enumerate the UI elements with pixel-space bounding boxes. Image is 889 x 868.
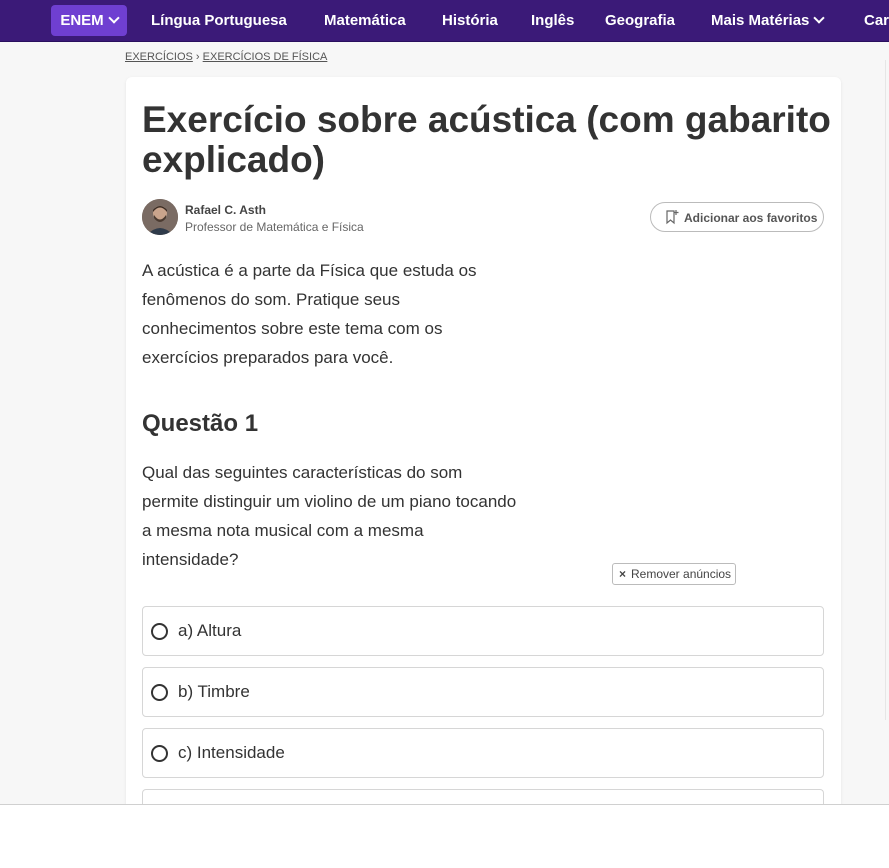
enem-menu-button[interactable]: ENEM	[51, 5, 127, 36]
nav-mais-materias[interactable]: Mais Matérias	[711, 0, 826, 41]
intro-text: A acústica é a parte da Física que estud…	[142, 261, 477, 367]
remove-ads-label: Remover anúncios	[631, 567, 732, 581]
bookmark-plus-icon	[666, 210, 679, 225]
nav-matematica[interactable]: Matemática	[324, 0, 406, 41]
radio-icon[interactable]	[151, 623, 168, 640]
right-sidebar-edge	[885, 60, 889, 720]
page-title: Exercício sobre acústica (com gabarito e…	[142, 99, 831, 180]
radio-icon[interactable]	[151, 745, 168, 762]
nav-geografia[interactable]: Geografia	[605, 0, 675, 41]
author-role: Professor de Matemática e Física	[185, 220, 364, 234]
top-navigation: ENEM Língua Portuguesa Matemática Histór…	[0, 0, 889, 42]
option-c[interactable]: c) Intensidade	[142, 728, 824, 778]
nav-lingua-portuguesa[interactable]: Língua Portuguesa	[151, 0, 287, 41]
remove-ads-button[interactable]: × Remover anúncios	[612, 563, 736, 585]
chevron-down-icon	[813, 12, 826, 24]
add-to-favorites-button[interactable]: Adicionar aos favoritos	[650, 202, 824, 232]
nav-ingles[interactable]: Inglês	[531, 0, 574, 41]
question-title: Questão 1	[142, 410, 259, 437]
breadcrumb: EXERCÍCIOS › EXERCÍCIOS DE FÍSICA	[125, 51, 327, 63]
option-a[interactable]: a) Altura	[142, 606, 824, 656]
option-label: b) Timbre	[178, 682, 250, 701]
radio-icon[interactable]	[151, 684, 168, 701]
option-label: a) Altura	[178, 621, 242, 640]
option-b[interactable]: b) Timbre	[142, 667, 824, 717]
question-text: Qual das seguintes características do so…	[142, 463, 517, 569]
nav-item-truncated[interactable]: Car	[864, 0, 889, 41]
enem-label: ENEM	[60, 12, 104, 29]
nav-mais-materias-label: Mais Matérias	[711, 12, 810, 29]
chevron-down-icon	[108, 12, 120, 24]
breadcrumb-exercicios[interactable]: EXERCÍCIOS	[125, 51, 193, 63]
breadcrumb-exercicios-fisica[interactable]: EXERCÍCIOS DE FÍSICA	[203, 51, 328, 63]
option-label: c) Intensidade	[178, 743, 285, 762]
close-icon: ×	[619, 567, 627, 581]
nav-historia[interactable]: História	[442, 0, 498, 41]
breadcrumb-separator: ›	[195, 51, 200, 63]
author-name[interactable]: Rafael C. Asth	[185, 203, 266, 217]
bottom-blank-area	[0, 804, 889, 868]
avatar[interactable]	[142, 199, 178, 235]
add-to-favorites-label: Adicionar aos favoritos	[684, 211, 818, 225]
